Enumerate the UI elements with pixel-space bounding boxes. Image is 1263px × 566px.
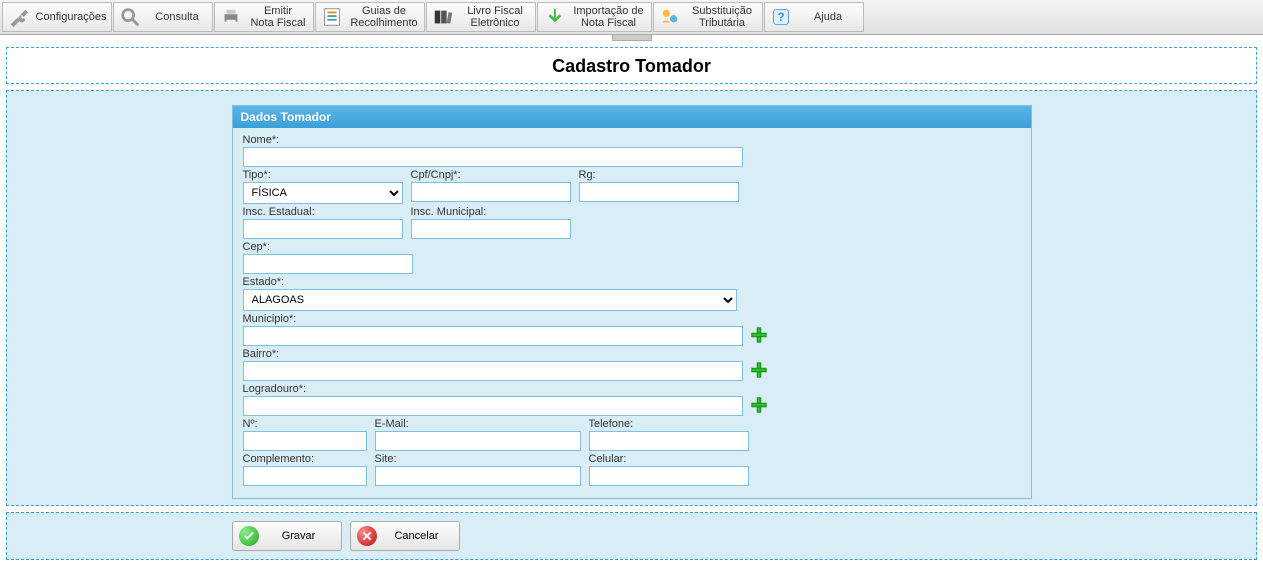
magnifier-icon xyxy=(118,5,142,29)
telefone-label: Telefone: xyxy=(589,418,749,430)
plus-icon xyxy=(750,326,768,344)
complemento-label: Complemento: xyxy=(243,453,367,465)
plus-icon xyxy=(750,361,768,379)
add-logradouro-button[interactable] xyxy=(749,395,769,415)
insc-municipal-label: Insc. Municipal: xyxy=(411,206,571,218)
insc-municipal-input[interactable] xyxy=(411,219,571,239)
download-arrow-icon xyxy=(542,5,566,29)
numero-input[interactable] xyxy=(243,431,367,451)
consulta-button[interactable]: Consulta xyxy=(113,2,213,32)
action-bar: Gravar Cancelar xyxy=(6,512,1257,560)
estado-select[interactable]: ALAGOAS xyxy=(243,289,737,311)
importacao-label: Importação de Nota Fiscal xyxy=(570,5,647,29)
insc-estadual-input[interactable] xyxy=(243,219,403,239)
consulta-label: Consulta xyxy=(146,11,208,23)
config-button[interactable]: Configurações xyxy=(2,2,112,32)
ajuda-label: Ajuda xyxy=(797,11,859,23)
emitir-label: Emitir Nota Fiscal xyxy=(247,5,309,29)
books-icon xyxy=(431,5,455,29)
bairro-input[interactable] xyxy=(243,361,743,381)
logradouro-input[interactable] xyxy=(243,396,743,416)
document-list-icon xyxy=(320,5,344,29)
cpfcnpj-input[interactable] xyxy=(411,182,571,202)
emitir-button[interactable]: Emitir Nota Fiscal xyxy=(214,2,314,32)
livro-button[interactable]: Livro Fiscal Eletrônico xyxy=(426,2,536,32)
estado-label: Estado*: xyxy=(243,276,737,288)
importacao-button[interactable]: Importação de Nota Fiscal xyxy=(537,2,652,32)
municipio-label: Municipio*: xyxy=(243,313,743,325)
plus-icon xyxy=(750,396,768,414)
site-input[interactable] xyxy=(375,466,581,486)
bairro-label: Bairro*: xyxy=(243,348,743,360)
panel-body: Nome*: Tipo*: FÍSICA Cpf/Cnpj*: Rg: xyxy=(233,128,1031,498)
gravar-button[interactable]: Gravar xyxy=(232,521,342,551)
add-bairro-button[interactable] xyxy=(749,360,769,380)
numero-label: Nº: xyxy=(243,418,367,430)
cep-label: Cep*: xyxy=(243,241,413,253)
main-toolbar: Configurações Consulta Emitir Nota Fisca… xyxy=(0,0,1263,35)
panel-header: Dados Tomador xyxy=(233,106,1031,128)
form-panel: Dados Tomador Nome*: Tipo*: FÍSICA Cpf/C… xyxy=(232,105,1032,499)
celular-input[interactable] xyxy=(589,466,749,486)
email-label: E-Mail: xyxy=(375,418,581,430)
substituicao-label: Substituição Tributária xyxy=(686,5,758,29)
gravar-label: Gravar xyxy=(267,530,331,542)
title-region: Cadastro Tomador xyxy=(6,47,1257,84)
add-municipio-button[interactable] xyxy=(749,325,769,345)
tipo-select[interactable]: FÍSICA xyxy=(243,182,403,204)
panel-grip[interactable] xyxy=(612,35,652,41)
guias-label: Guias de Recolhimento xyxy=(348,5,420,29)
config-label: Configurações xyxy=(35,11,107,23)
check-circle-icon xyxy=(239,526,259,546)
municipio-input[interactable] xyxy=(243,326,743,346)
svg-text:?: ? xyxy=(777,11,784,24)
user-swap-icon xyxy=(658,5,682,29)
cpfcnpj-label: Cpf/Cnpj*: xyxy=(411,169,571,181)
printer-icon xyxy=(219,5,243,29)
insc-estadual-label: Insc. Estadual: xyxy=(243,206,403,218)
substituicao-button[interactable]: Substituição Tributária xyxy=(653,2,763,32)
form-region: Dados Tomador Nome*: Tipo*: FÍSICA Cpf/C… xyxy=(6,90,1257,506)
help-icon: ? xyxy=(769,5,793,29)
wrench-icon xyxy=(7,5,31,29)
x-circle-icon xyxy=(357,526,377,546)
nome-input[interactable] xyxy=(243,147,743,167)
email-input[interactable] xyxy=(375,431,581,451)
cancelar-label: Cancelar xyxy=(385,530,449,542)
page-title: Cadastro Tomador xyxy=(7,50,1256,79)
guias-button[interactable]: Guias de Recolhimento xyxy=(315,2,425,32)
rg-label: Rg: xyxy=(579,169,739,181)
rg-input[interactable] xyxy=(579,182,739,202)
telefone-input[interactable] xyxy=(589,431,749,451)
livro-label: Livro Fiscal Eletrônico xyxy=(459,5,531,29)
tipo-label: Tipo*: xyxy=(243,169,403,181)
celular-label: Celular: xyxy=(589,453,749,465)
logradouro-label: Logradouro*: xyxy=(243,383,743,395)
cancelar-button[interactable]: Cancelar xyxy=(350,521,460,551)
complemento-input[interactable] xyxy=(243,466,367,486)
nome-label: Nome*: xyxy=(243,134,743,146)
cep-input[interactable] xyxy=(243,254,413,274)
site-label: Site: xyxy=(375,453,581,465)
ajuda-button[interactable]: ? Ajuda xyxy=(764,2,864,32)
